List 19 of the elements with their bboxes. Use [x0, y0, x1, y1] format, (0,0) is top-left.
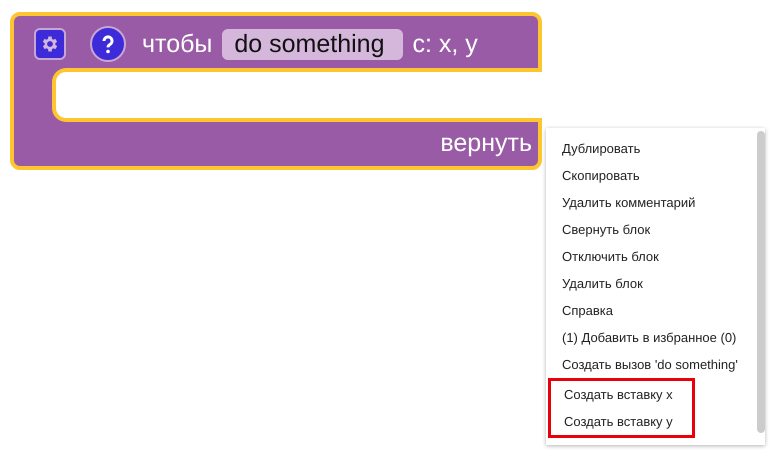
settings-icon[interactable]: [34, 28, 66, 60]
block-label: чтобы: [142, 30, 212, 58]
params-label: с: x, y: [412, 30, 478, 58]
menu-item[interactable]: Скопировать: [546, 162, 753, 189]
menu-item[interactable]: Отключить блок: [546, 243, 753, 270]
menu-item[interactable]: Дублировать: [546, 135, 753, 162]
menu-item[interactable]: Удалить комментарий: [546, 189, 753, 216]
scrollbar[interactable]: [757, 131, 765, 433]
help-icon[interactable]: [90, 26, 126, 62]
menu-item[interactable]: Создать вставку x: [548, 378, 695, 408]
menu-item[interactable]: Создать вызов 'do something': [546, 351, 753, 378]
menu-item[interactable]: (1) Добавить в избранное (0): [546, 324, 753, 351]
menu-item[interactable]: Создать вставку y: [548, 408, 695, 438]
menu-item[interactable]: Справка: [546, 297, 753, 324]
return-label: вернуть: [440, 129, 532, 158]
menu-item[interactable]: Удалить блок: [546, 270, 753, 297]
name-field[interactable]: do something: [222, 28, 402, 60]
menu-item[interactable]: Свернуть блок: [546, 216, 753, 243]
procedure-block[interactable]: чтобы do something с: x, y вернуть: [10, 12, 542, 170]
